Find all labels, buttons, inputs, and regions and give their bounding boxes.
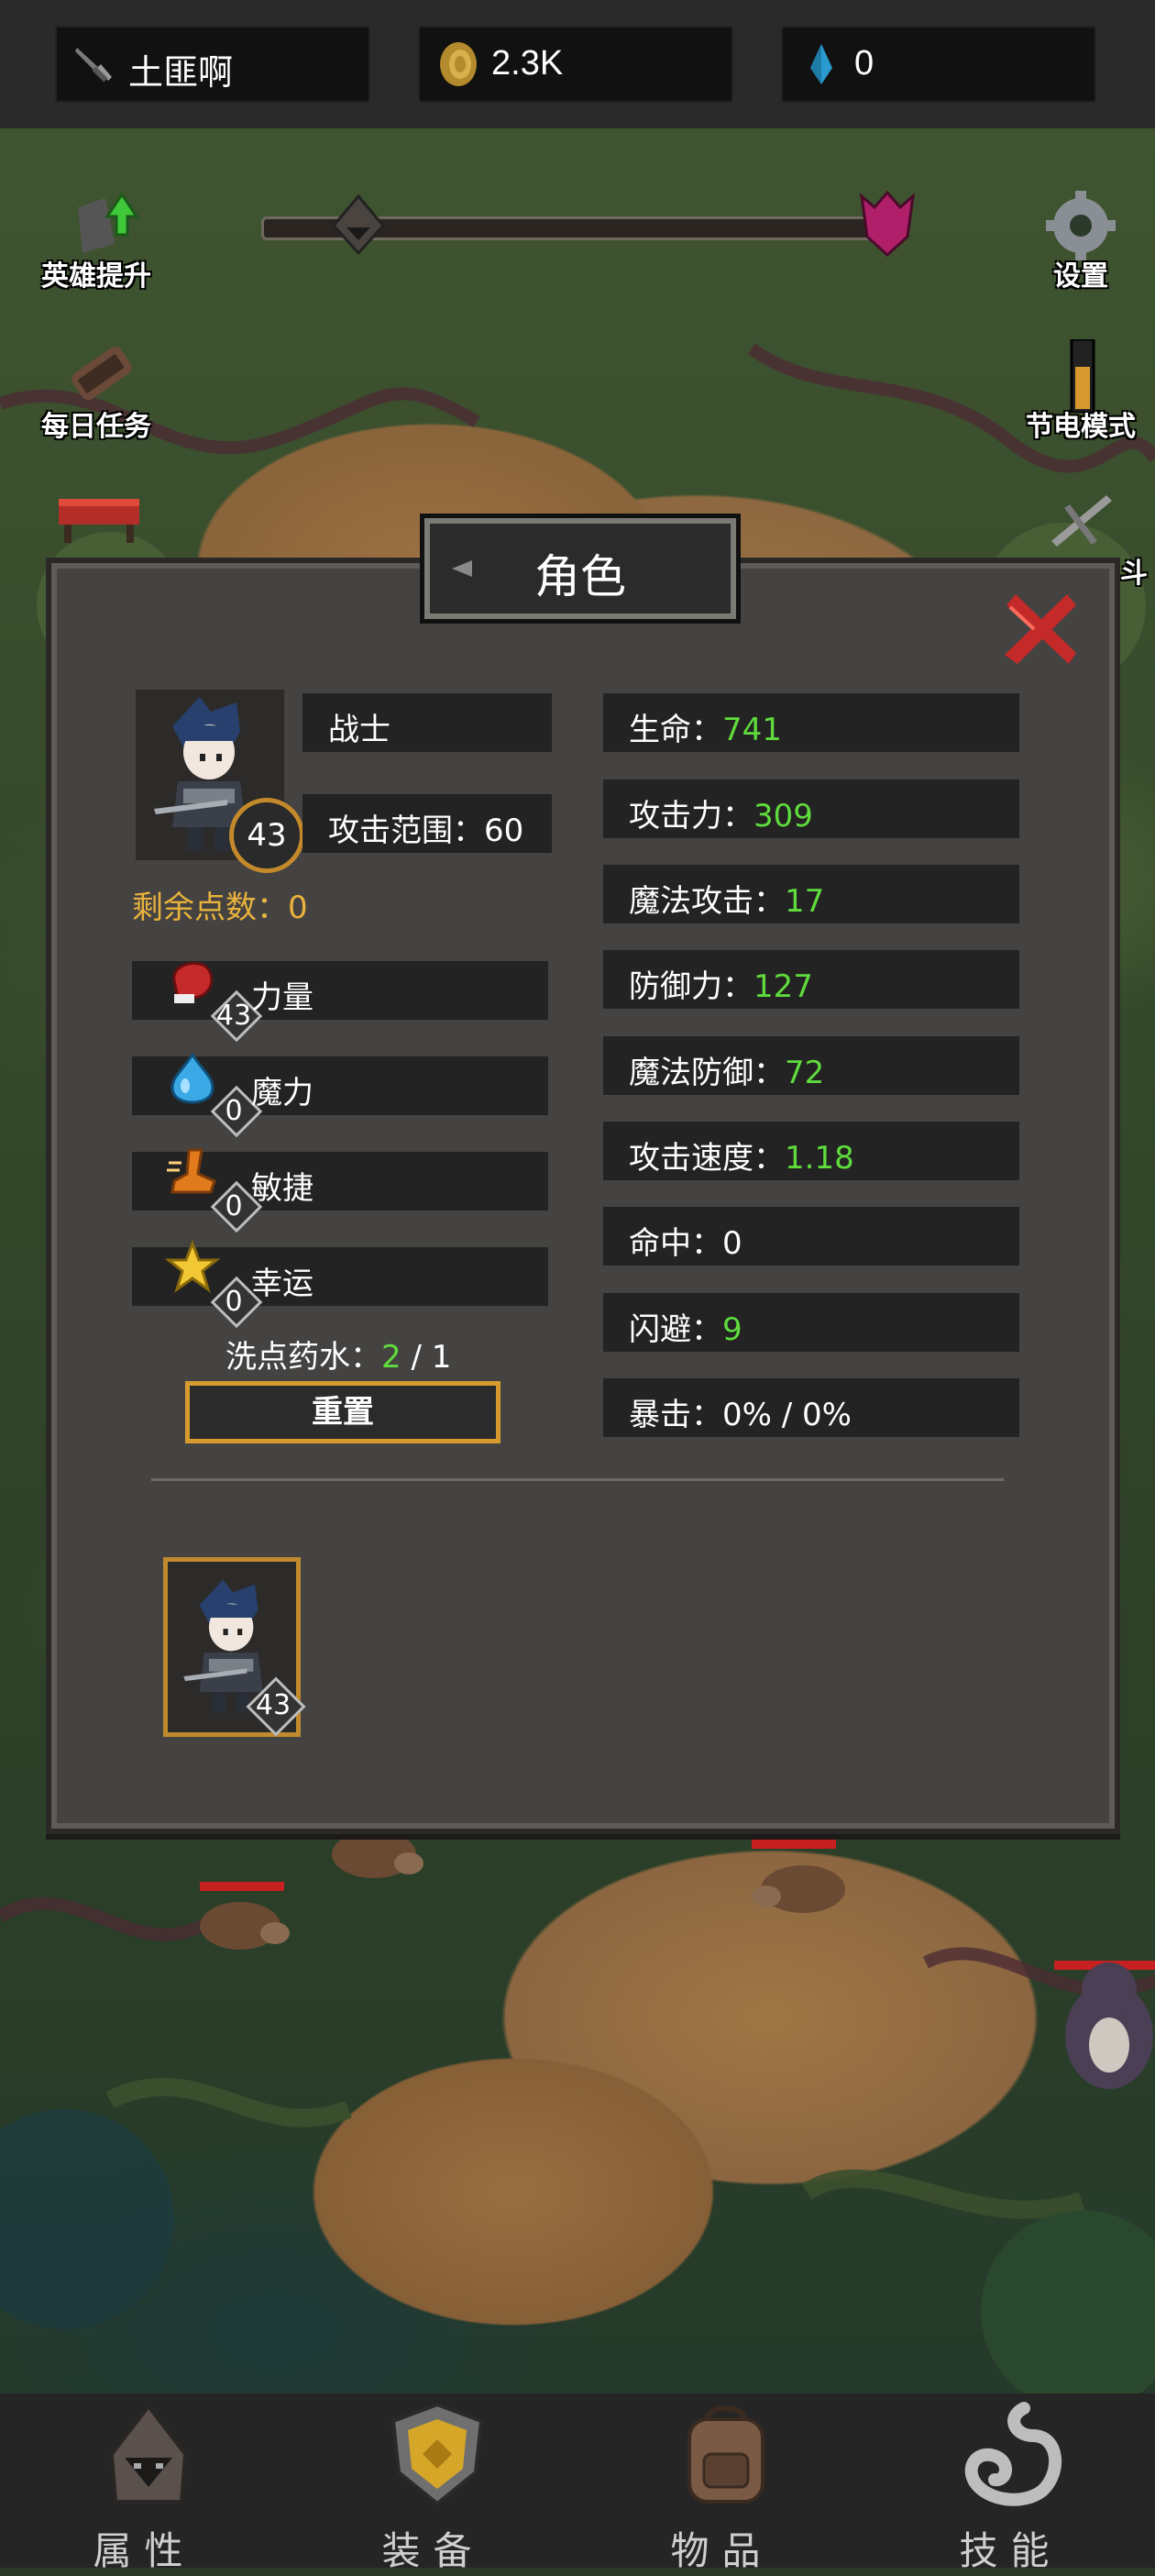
magic-value-badge: 0	[210, 1085, 263, 1138]
gem-amount: 0	[854, 44, 874, 83]
stat-row: 生命：741	[603, 693, 1019, 752]
luck-value: 0	[225, 1286, 243, 1318]
strength-value-badge: 43	[210, 989, 263, 1043]
tab-equipment[interactable]: 装备	[289, 2394, 578, 2573]
reset-button[interactable]: 重置	[185, 1381, 500, 1443]
stat-row: 魔法防御：72	[603, 1036, 1019, 1095]
remaining-points: 剩余点数：0	[132, 882, 308, 927]
magic-value: 0	[225, 1095, 243, 1127]
class-name: 战士	[328, 712, 390, 748]
crossed-swords-icon	[1051, 495, 1112, 547]
attack-range-label: 攻击范围：	[328, 813, 484, 849]
boar-enemy	[752, 1840, 845, 1913]
attribute-magic[interactable]: 0 魔力	[132, 1052, 548, 1138]
player-name-box[interactable]: 土匪啊	[55, 26, 370, 103]
stat-row: 攻击速度：1.18	[603, 1122, 1019, 1180]
stat-value: 17	[785, 883, 825, 920]
attribute-luck[interactable]: 0 幸运	[132, 1240, 548, 1329]
potion-max: 1	[431, 1339, 452, 1376]
agility-value-badge: 0	[210, 1180, 263, 1233]
panel-title: 角色	[534, 550, 626, 603]
boss-marker-icon	[859, 190, 916, 258]
attack-range-value: 60	[484, 813, 524, 849]
battery-icon	[1070, 337, 1095, 415]
agility-value: 0	[225, 1190, 243, 1222]
stat-row: 暴击：0% / 0%	[603, 1378, 1019, 1437]
stat-label: 暴击：	[629, 1397, 722, 1433]
stat-value: 9	[722, 1311, 742, 1348]
remaining-points-value: 0	[288, 890, 308, 926]
gem-box[interactable]: 0	[781, 26, 1096, 103]
stat-label: 防御力：	[629, 968, 754, 1005]
tab-attributes[interactable]: 属性	[0, 2394, 289, 2573]
strength-value: 43	[215, 1000, 252, 1032]
stat-row: 魔法攻击：17	[603, 865, 1019, 923]
stat-row: 命中：0	[603, 1207, 1019, 1266]
reset-potion-count: 洗点药水：2 / 1	[226, 1332, 451, 1376]
sword-icon	[75, 48, 112, 83]
hero-upgrade-button[interactable]: 英雄提升	[18, 189, 174, 293]
swirl-icon	[964, 2402, 1062, 2506]
potion-current: 2	[381, 1339, 402, 1376]
top-resource-bar: 土匪啊 2.3K 0	[0, 0, 1155, 128]
bench-icon[interactable]	[53, 486, 145, 550]
stat-label: 攻击速度：	[629, 1140, 785, 1177]
stat-label: 攻击力：	[629, 798, 754, 835]
bottom-nav: 属性 装备 物品 技能	[0, 2394, 1155, 2573]
power-saving-button[interactable]: 节电模式	[1003, 337, 1155, 444]
tab-items[interactable]: 物品	[578, 2394, 866, 2573]
scroll-icon	[72, 346, 132, 401]
strength-label: 力量	[251, 979, 314, 1016]
shield-icon	[390, 2402, 484, 2506]
stat-value: 127	[754, 968, 813, 1005]
hero-upgrade-icon	[78, 192, 139, 253]
agility-label: 敏捷	[251, 1170, 314, 1207]
remaining-points-label: 剩余点数：	[132, 890, 288, 926]
backpack-icon	[688, 2405, 764, 2504]
settings-button[interactable]: 设置	[1003, 189, 1155, 293]
stat-value: 1.18	[785, 1140, 854, 1177]
hero-level-badge: 43	[229, 798, 304, 873]
stat-label: 命中：	[629, 1225, 722, 1262]
attribute-strength[interactable]: 43 力量	[132, 961, 548, 1043]
player-name: 土匪啊	[128, 54, 234, 93]
stat-value: 741	[722, 712, 782, 748]
stat-value: 0% / 0%	[722, 1397, 852, 1433]
stat-row: 闪避：9	[603, 1293, 1019, 1352]
stat-label: 魔法攻击：	[629, 883, 785, 920]
stat-value: 309	[754, 798, 813, 835]
attribute-agility[interactable]: 0 敏捷	[132, 1148, 548, 1233]
tab-skills[interactable]: 技能	[866, 2394, 1155, 2573]
hero-card-level-badge: 43	[246, 1676, 306, 1737]
magic-label: 魔力	[251, 1075, 314, 1111]
hood-icon	[109, 2403, 188, 2504]
close-icon[interactable]	[997, 587, 1080, 669]
daily-tasks-button[interactable]: 每日任务	[18, 339, 174, 444]
attack-range-box: 攻击范围：60	[302, 794, 552, 853]
stat-row: 防御力：127	[603, 950, 1019, 1009]
stat-value: 0	[722, 1225, 742, 1262]
boar-enemy	[200, 1882, 290, 1950]
gem-icon	[810, 44, 832, 84]
gold-coin-icon	[440, 42, 477, 86]
gold-box[interactable]: 2.3K	[418, 26, 733, 103]
stat-label: 魔法防御：	[629, 1055, 785, 1091]
stat-row: 攻击力：309	[603, 779, 1019, 838]
panel-title-plate: 角色	[420, 514, 741, 624]
hero-card-level: 43	[255, 1689, 292, 1721]
gold-amount: 2.3K	[491, 44, 564, 83]
class-name-box: 战士	[302, 693, 552, 752]
potion-label: 洗点药水：	[226, 1339, 381, 1376]
potion-separator: /	[401, 1339, 432, 1376]
stat-label: 闪避：	[629, 1311, 722, 1348]
stat-value: 72	[785, 1055, 825, 1091]
player-marker-icon	[332, 193, 385, 256]
luck-value-badge: 0	[210, 1276, 263, 1329]
gear-icon	[1046, 191, 1116, 260]
luck-label: 幸运	[251, 1266, 314, 1302]
stat-label: 生命：	[629, 712, 722, 748]
boar-enemy	[332, 1830, 424, 1878]
panel-divider	[151, 1478, 1004, 1481]
